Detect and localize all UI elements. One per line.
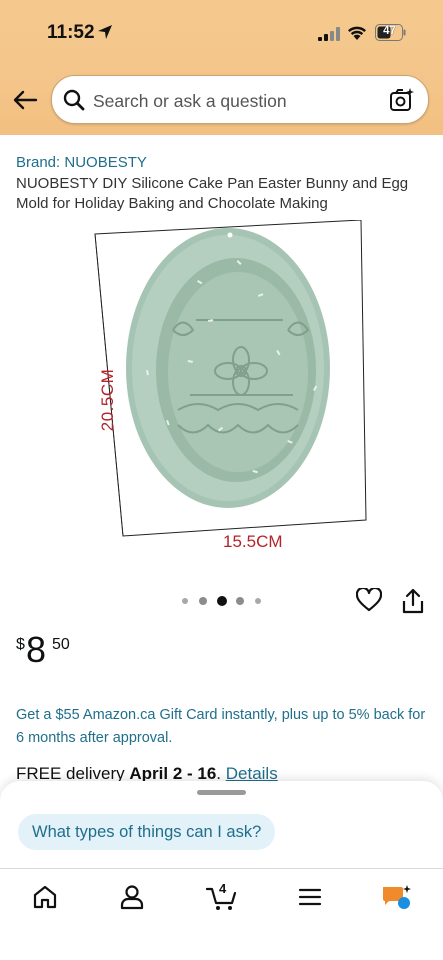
- gift-card-promo-link[interactable]: Get a $55 Amazon.ca Gift Card instantly,…: [16, 704, 426, 750]
- cart-count-badge: 4: [219, 881, 227, 896]
- assistant-prompt-chip[interactable]: What types of things can I ask?: [18, 814, 276, 850]
- status-time: 11:52: [47, 22, 95, 43]
- product-title: NUOBESTY DIY Silicone Cake Pan Easter Bu…: [16, 175, 409, 212]
- camera-search-icon[interactable]: [389, 87, 415, 113]
- search-bar[interactable]: Search or ask a question: [51, 75, 429, 124]
- image-height-label: 20.5CM: [98, 368, 117, 432]
- bottom-tab-bar: 4: [0, 868, 443, 960]
- carousel-dot[interactable]: [236, 597, 244, 605]
- wishlist-heart-icon[interactable]: [356, 588, 382, 612]
- battery-level: 47: [383, 25, 396, 37]
- header: 11:52 47 Search or ask a question: [0, 0, 443, 135]
- home-icon[interactable]: [31, 883, 59, 911]
- price-currency: $: [16, 636, 25, 653]
- search-icon: [63, 89, 85, 111]
- back-arrow-icon[interactable]: [12, 88, 38, 112]
- brand-link[interactable]: Brand: NUOBESTY: [16, 154, 147, 171]
- cellular-signal-icon: [318, 27, 340, 41]
- share-icon[interactable]: [402, 588, 424, 614]
- price-fraction: 50: [52, 636, 70, 653]
- menu-icon[interactable]: [296, 883, 324, 911]
- product-image[interactable]: 20.5CM 15.5CM: [78, 219, 368, 570]
- image-width-label: 15.5CM: [223, 532, 283, 551]
- search-input[interactable]: Search or ask a question: [93, 91, 287, 112]
- location-arrow-icon: [98, 25, 112, 39]
- status-bar: 11:52 47: [0, 0, 443, 64]
- wifi-icon: [348, 26, 366, 40]
- rufus-assistant-icon[interactable]: [381, 883, 413, 911]
- account-icon[interactable]: [118, 883, 146, 911]
- carousel-dot[interactable]: [182, 598, 188, 604]
- image-carousel-dots[interactable]: [178, 596, 268, 606]
- assistant-sheet[interactable]: What types of things can I ask?: [0, 781, 443, 871]
- carousel-dot-active[interactable]: [217, 596, 227, 606]
- price-whole: 8: [26, 629, 47, 670]
- carousel-dot[interactable]: [255, 598, 261, 604]
- sheet-drag-handle[interactable]: [197, 790, 246, 795]
- carousel-dot[interactable]: [199, 597, 207, 605]
- battery-icon: 47: [375, 24, 406, 41]
